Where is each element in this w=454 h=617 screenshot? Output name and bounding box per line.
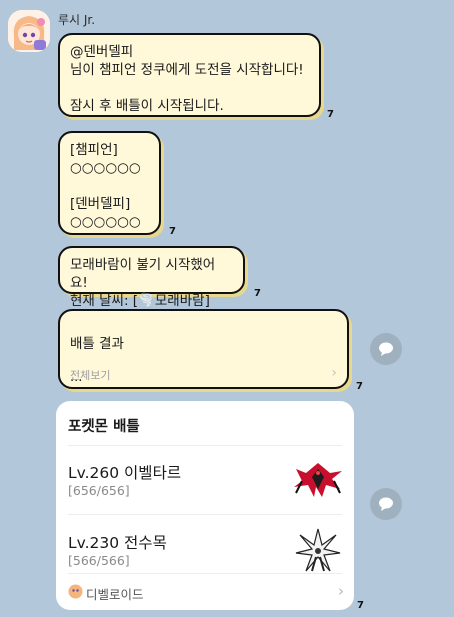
pokemon-hp: [566/566] bbox=[68, 553, 130, 568]
kartana-sprite bbox=[295, 528, 341, 572]
battle-result-bubble[interactable]: 배틀 결과 ... 전체보기 › bbox=[58, 309, 349, 389]
chevron-right-icon: › bbox=[331, 365, 337, 381]
message-bubble[interactable]: @덴버델피 님이 챔피언 정쿠에게 도전을 시작합니다! 잠시 후 배틀이 시작… bbox=[58, 33, 321, 117]
sender-name: 루시 Jr. bbox=[58, 13, 96, 27]
developer-name[interactable]: 디벨로이드 bbox=[86, 584, 144, 603]
pokemon-hp: [656/656] bbox=[68, 483, 130, 498]
divider bbox=[68, 514, 342, 515]
yveltal-sprite bbox=[294, 463, 342, 497]
speech-bubble-icon bbox=[379, 342, 393, 356]
unread-count: 7 bbox=[357, 600, 364, 611]
pokemon-name: Lv.230 전수목 bbox=[68, 534, 167, 552]
unread-count: 7 bbox=[356, 381, 363, 392]
battle-result-title: 배틀 결과 bbox=[70, 336, 124, 352]
share-button[interactable] bbox=[370, 488, 402, 520]
share-button[interactable] bbox=[370, 333, 402, 365]
avatar[interactable] bbox=[8, 10, 50, 52]
unread-count: 7 bbox=[169, 226, 176, 237]
chevron-right-icon: › bbox=[338, 582, 344, 600]
developer-icon bbox=[68, 584, 83, 599]
message-bubble[interactable]: [챔피언] ○○○○○○ [덴버델피] ○○○○○○ bbox=[58, 131, 161, 235]
divider bbox=[68, 445, 342, 446]
speech-bubble-icon bbox=[379, 497, 393, 511]
message-bubble[interactable]: 모래바람이 불기 시작했어요! 현재 날씨: [🌪️모래바람] bbox=[58, 246, 245, 309]
divider bbox=[68, 573, 342, 574]
view-all-link[interactable]: 전체보기 bbox=[70, 367, 110, 385]
unread-count: 7 bbox=[327, 109, 334, 120]
card-title: 포켓몬 배틀 bbox=[68, 419, 140, 435]
pokemon-battle-card[interactable]: 포켓몬 배틀 Lv.260 이벨타르 [656/656] Lv.230 전수목 … bbox=[56, 401, 354, 610]
pokemon-name: Lv.260 이벨타르 bbox=[68, 464, 182, 482]
unread-count: 7 bbox=[254, 288, 261, 299]
avatar-image bbox=[8, 10, 50, 52]
